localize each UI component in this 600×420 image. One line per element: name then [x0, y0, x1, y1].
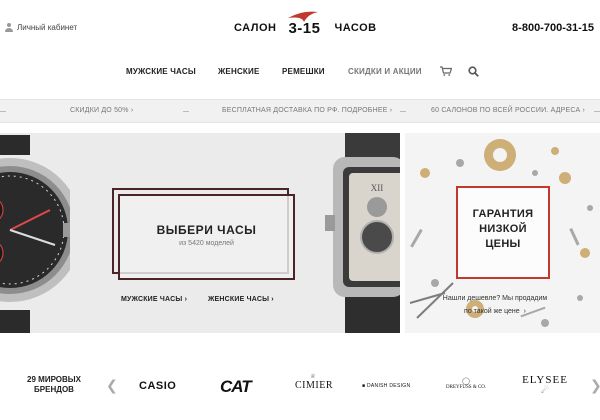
hero-banner: XII ВЫБЕРИ ЧАСЫ из 5420 моделей МУЖСКИЕ … [0, 133, 400, 333]
guarantee-heading: ГАРАНТИЯ НИЗКОЙ ЦЕНЫ [472, 208, 534, 250]
brand-casio[interactable]: CASIO [139, 380, 176, 392]
guarantee-caption: Нашли дешевле? Мы продадим [442, 295, 548, 302]
watch-image-right: XII [325, 133, 400, 333]
hero-mens-link[interactable]: МУЖСКИЕ ЧАСЫ › [121, 296, 187, 303]
frame-panel [118, 194, 295, 280]
cart-icon[interactable] [440, 66, 452, 76]
promo-salons-link[interactable]: 60 САЛОНОВ ПО ВСЕЙ РОССИИ. АДРЕСА › [431, 107, 585, 114]
brands-carousel: 29 МИРОВЫХ БРЕНДОВ ❮ CASIO CAT ♕ CIMIER … [0, 366, 600, 414]
divider [183, 111, 189, 112]
brand-dreyfuss[interactable]: ◯ DREYFUSS & CO. [446, 377, 486, 390]
divider [400, 111, 406, 112]
brand-elysee[interactable]: ELYSEE ☄ [521, 374, 569, 395]
account-label: Личный кабинет [17, 23, 78, 32]
brand-cimier[interactable]: ♕ CIMIER [295, 373, 333, 391]
guarantee-link[interactable]: по такой же цене › [405, 308, 585, 315]
logo-text-left: САЛОН [234, 22, 277, 34]
divider [594, 111, 600, 112]
nav-item-mens-watches[interactable]: МУЖСКИЕ ЧАСЫ [126, 67, 196, 76]
logo-number: 3-15 [288, 19, 321, 37]
chevron-left-icon[interactable]: ❮ [106, 377, 118, 394]
chevron-right-icon[interactable]: ❯ [590, 377, 600, 394]
hero-heading: ВЫБЕРИ ЧАСЫ [156, 223, 257, 237]
nav-item-womens[interactable]: ЖЕНСКИЕ [218, 67, 260, 76]
logo[interactable]: САЛОН 3-15 ЧАСОВ [234, 11, 377, 42]
brand-cat[interactable]: CAT [220, 377, 252, 397]
hero-subheading: из 5420 моделей [179, 240, 234, 247]
header: Личный кабинет САЛОН 3-15 ЧАСОВ 8-800-70… [0, 0, 600, 56]
logo-text-right: ЧАСОВ [334, 22, 377, 34]
svg-text:XII: XII [371, 183, 384, 193]
search-icon[interactable] [468, 66, 479, 77]
nav-item-straps[interactable]: РЕМЕШКИ [282, 67, 325, 76]
hero-womens-link[interactable]: ЖЕНСКИЕ ЧАСЫ › [208, 296, 274, 303]
brands-count: 29 МИРОВЫХ БРЕНДОВ [27, 375, 81, 394]
watch-image-left [0, 135, 70, 333]
promo-discount-link[interactable]: СКИДКИ ДО 50% › [70, 107, 133, 114]
phone-number[interactable]: 8-800-700-31-15 [512, 22, 594, 34]
low-price-guarantee[interactable]: ГАРАНТИЯ НИЗКОЙ ЦЕНЫ Нашли дешевле? Мы п… [405, 133, 600, 333]
user-icon [5, 23, 13, 32]
main-nav: МУЖСКИЕ ЧАСЫ ЖЕНСКИЕ РЕМЕШКИ СКИДКИ И АК… [0, 64, 600, 80]
brand-danish-design[interactable]: ■ DANISH DESIGN [362, 383, 410, 389]
promo-strip: СКИДКИ ДО 50% › БЕСПЛАТНАЯ ДОСТАВКА ПО Р… [0, 99, 600, 123]
nav-item-sales[interactable]: СКИДКИ И АКЦИИ [348, 67, 422, 76]
promo-delivery-link[interactable]: БЕСПЛАТНАЯ ДОСТАВКА ПО РФ. ПОДРОБНЕЕ › [222, 107, 392, 114]
account-link[interactable]: Личный кабинет [5, 23, 77, 32]
divider [0, 111, 6, 112]
